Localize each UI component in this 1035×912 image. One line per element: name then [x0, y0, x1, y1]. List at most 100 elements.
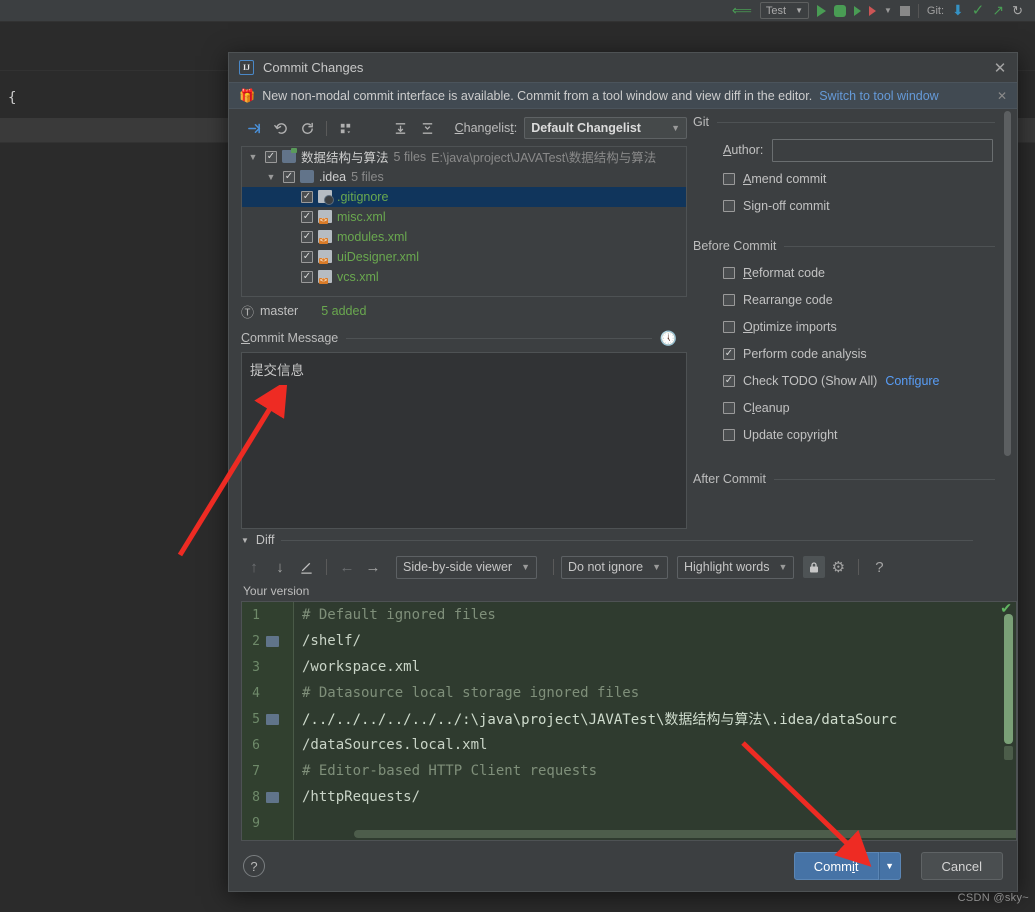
revert-icon[interactable]	[268, 117, 295, 140]
close-icon[interactable]: ✕	[993, 89, 1011, 103]
back-arrow-icon[interactable]: ⟸	[732, 2, 752, 19]
option-check-todo[interactable]: ✓ Check TODO (Show All) Configure	[693, 367, 1017, 394]
chevron-down-icon[interactable]: ▼	[246, 152, 260, 162]
row-checkbox[interactable]: ✓	[283, 170, 295, 183]
diff-vertical-scrollbar[interactable]	[1004, 614, 1013, 744]
option-sign-off-commit[interactable]: Sign-off commit	[693, 192, 1017, 219]
show-diff-icon[interactable]	[241, 117, 268, 140]
update-copyright-checkbox[interactable]	[723, 428, 735, 441]
git-section-title: Git	[693, 115, 709, 129]
option-amend-commit[interactable]: Amend commit	[693, 165, 1017, 192]
run-icon[interactable]	[817, 4, 826, 17]
option-perform-code-analysis[interactable]: ✓ Perform code analysis	[693, 340, 1017, 367]
option-label: Rearrange code	[743, 292, 833, 307]
viewer-mode-select[interactable]: Side-by-side viewer ▼	[396, 555, 537, 579]
highlight-mode-select[interactable]: Highlight words ▼	[676, 555, 795, 579]
table-row[interactable]: ▼ ✓ 数据结构与算法 5 files E:\java\project\JAVA…	[242, 147, 686, 167]
next-difference-icon[interactable]: ↓	[267, 555, 293, 579]
row-checkbox[interactable]: ✓	[301, 250, 313, 263]
code-line: /../../../../../../:\java\project\JAVATe…	[302, 712, 898, 728]
run-configuration-label: Test	[765, 4, 787, 17]
previous-difference-icon[interactable]: ↑	[241, 555, 267, 579]
row-checkbox[interactable]: ✓	[301, 210, 313, 223]
option-cleanup[interactable]: Cleanup	[693, 394, 1017, 421]
commit-dropdown-button[interactable]: ▼	[878, 852, 901, 880]
annotate-icon[interactable]	[293, 555, 319, 579]
update-project-icon[interactable]: ⬇	[952, 2, 964, 19]
rearrange-code-checkbox[interactable]	[723, 293, 735, 306]
changelist-select[interactable]: Default Changelist ▼	[524, 117, 688, 140]
profile-icon[interactable]	[869, 5, 876, 16]
gutter-line: 4	[242, 680, 294, 706]
ignore-mode-select[interactable]: Do not ignore ▼	[561, 555, 668, 579]
commit-changes-dialog: IJ Commit Changes ✕ 🎁 New non-modal comm…	[228, 52, 1018, 892]
dialog-title: Commit Changes	[263, 60, 364, 75]
author-field[interactable]	[772, 138, 993, 162]
run-coverage-icon[interactable]	[854, 5, 861, 16]
table-row[interactable]: ▼ ✓ .idea 5 files	[242, 167, 686, 187]
table-row[interactable]: ✓ misc.xml	[242, 207, 686, 227]
chevron-down-icon[interactable]: ▼	[264, 172, 278, 182]
help-button[interactable]: ?	[243, 855, 265, 877]
your-version-label: Your version	[243, 584, 310, 598]
code-line: /workspace.xml	[302, 659, 421, 675]
line-number: 2	[252, 633, 260, 649]
push-icon[interactable]: ↗	[992, 2, 1004, 19]
row-checkbox[interactable]: ✓	[301, 190, 313, 203]
configure-link[interactable]: Configure	[885, 374, 939, 388]
option-optimize-imports[interactable]: Optimize imports	[693, 313, 1017, 340]
collapse-all-icon[interactable]	[414, 117, 441, 140]
check-todo-checkbox[interactable]: ✓	[723, 374, 735, 387]
help-icon[interactable]: ?	[866, 555, 892, 579]
added-count: 5 added	[321, 304, 367, 319]
diff-code[interactable]: # Default ignored files /shelf/ /workspa…	[294, 602, 1016, 840]
switch-to-tool-window-link[interactable]: Switch to tool window	[819, 89, 939, 103]
lock-icon[interactable]	[803, 556, 826, 578]
commit-icon[interactable]: ✓	[972, 3, 985, 18]
code-line: /dataSources.local.xml	[302, 737, 488, 753]
cancel-button[interactable]: Cancel	[920, 852, 1003, 880]
accept-left-icon[interactable]: ←	[334, 555, 360, 579]
xml-file-icon	[318, 250, 332, 265]
chevron-down-icon[interactable]: ▼	[241, 536, 249, 545]
table-row[interactable]: ✓ modules.xml	[242, 227, 686, 247]
refresh-icon[interactable]	[294, 117, 321, 140]
history-clock-icon[interactable]: 🕔	[660, 330, 677, 347]
changes-tree[interactable]: ▼ ✓ 数据结构与算法 5 files E:\java\project\JAVA…	[241, 145, 687, 298]
git-section-header: Git	[693, 115, 1017, 129]
history-icon[interactable]: ↻	[1012, 3, 1023, 19]
option-reformat-code[interactable]: Reformat code	[693, 259, 1017, 286]
run-configuration-selector[interactable]: Test ▼	[759, 2, 809, 19]
option-rearrange-code[interactable]: Rearrange code	[693, 286, 1017, 313]
table-row[interactable]: ✓ .gitignore	[242, 186, 686, 207]
commit-message-input[interactable]: 提交信息	[241, 351, 687, 530]
tree-item-name: .idea	[319, 169, 347, 184]
commit-button[interactable]: Comm i t	[793, 852, 879, 880]
settings-gear-icon[interactable]: ⚙	[825, 555, 851, 579]
cleanup-checkbox[interactable]	[723, 401, 735, 414]
options-scrollbar-thumb[interactable]	[1004, 111, 1011, 456]
row-checkbox[interactable]: ✓	[301, 270, 313, 283]
accept-right-icon[interactable]: →	[360, 555, 386, 579]
perform-code-analysis-checkbox[interactable]: ✓	[723, 347, 735, 360]
reformat-code-checkbox[interactable]	[723, 266, 735, 279]
row-checkbox[interactable]: ✓	[301, 230, 313, 243]
gift-icon: 🎁	[239, 88, 256, 103]
sign-off-commit-checkbox[interactable]	[723, 199, 735, 212]
optimize-imports-checkbox[interactable]	[723, 320, 735, 333]
diff-viewer[interactable]: 1 2 3 4 5 6 7 8 9 # Default ignored file…	[241, 601, 1017, 841]
expand-all-icon[interactable]	[387, 117, 414, 140]
chevron-down-icon[interactable]: ▼	[884, 6, 892, 15]
row-checkbox[interactable]: ✓	[265, 150, 277, 163]
group-by-icon[interactable]	[332, 117, 359, 140]
divider	[346, 337, 652, 339]
tree-item-meta: 5 files	[393, 149, 427, 164]
option-update-copyright[interactable]: Update copyright	[693, 421, 1017, 448]
close-icon[interactable]: ✕	[989, 57, 1011, 79]
diff-horizontal-scrollbar[interactable]	[354, 830, 1016, 838]
amend-commit-checkbox[interactable]	[723, 172, 735, 185]
debug-icon[interactable]	[834, 4, 846, 17]
table-row[interactable]: ✓ uiDesigner.xml	[242, 247, 686, 267]
changelist-label: Changelist:	[454, 121, 518, 136]
table-row[interactable]: ✓ vcs.xml	[242, 267, 686, 287]
